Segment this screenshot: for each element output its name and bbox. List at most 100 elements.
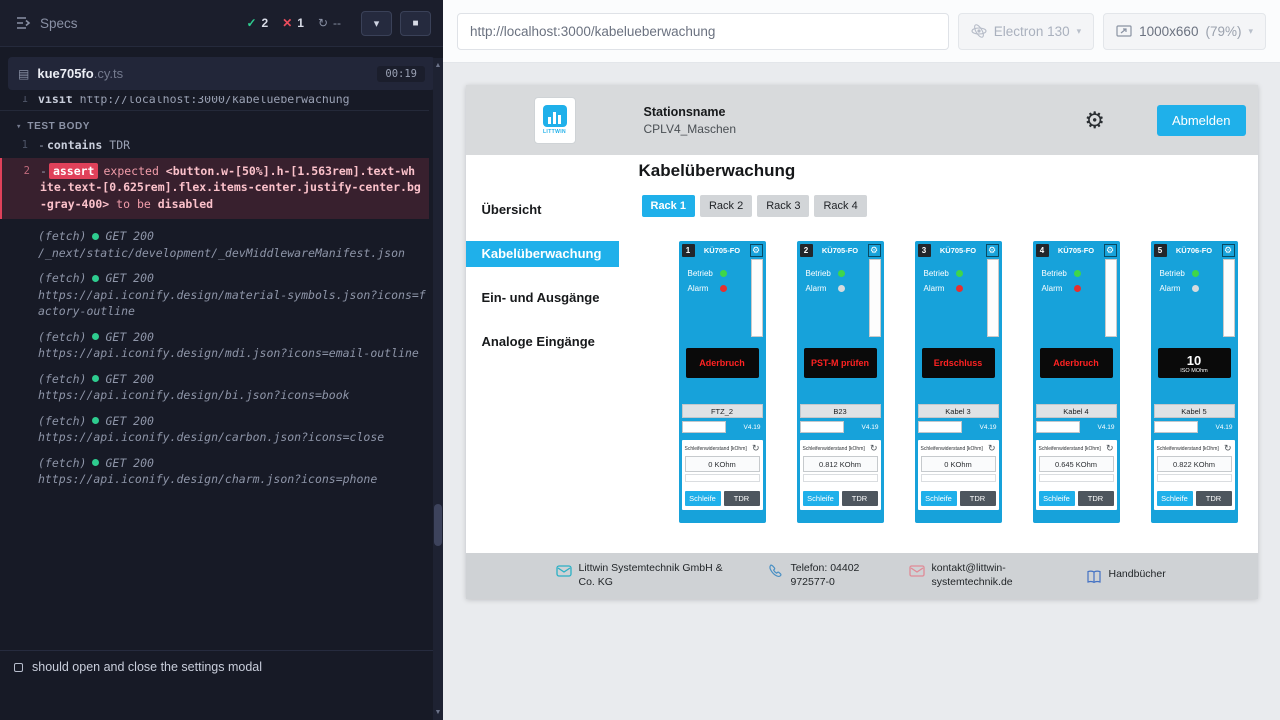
betrieb-led <box>1074 270 1081 277</box>
contains-command-row[interactable]: 1 -contains TDR <box>0 137 429 154</box>
tdr-button[interactable]: TDR <box>1078 491 1114 506</box>
fetch-log-row[interactable]: (fetch)GET 200 /_next/static/development… <box>0 228 429 261</box>
device-card: 1 KÜ705-FO ⚙ Betrieb Alarm Aderbruch <box>679 241 766 523</box>
station-info: Stationsname CPLV4_Maschen <box>644 105 737 136</box>
spec-name: kue705fo <box>37 66 93 81</box>
app-sidebar: Übersicht Kabelüberwachung Ein- und Ausg… <box>466 155 619 553</box>
spec-header[interactable]: ▤ kue705fo .cy.ts 00:19 <box>8 57 435 90</box>
schleife-button[interactable]: Schleife <box>1157 491 1193 506</box>
status-dot-icon <box>92 233 99 240</box>
schleife-button[interactable]: Schleife <box>685 491 721 506</box>
betrieb-led <box>720 270 727 277</box>
tdr-button[interactable]: TDR <box>1196 491 1232 506</box>
refresh-icon[interactable]: ↻ <box>988 444 996 453</box>
status-display: PST-M prüfen <box>804 348 877 378</box>
mail-icon <box>909 563 925 579</box>
browser-select[interactable]: Electron 130 ▾ <box>958 13 1094 50</box>
tab-rack-1[interactable]: Rack 1 <box>642 195 695 217</box>
main-content: Kabelüberwachung Rack 1 Rack 2 Rack 3 Ra… <box>619 155 1258 553</box>
url-input[interactable] <box>457 13 949 50</box>
failed-assert-row[interactable]: 2 -assertexpected <button.w-[50%].h-[1.5… <box>0 158 429 220</box>
device-card: 3 KÜ705-FO ⚙ Betrieb Alarm Erdschluss <box>915 241 1002 523</box>
dash: - <box>38 138 45 152</box>
specs-icon[interactable] <box>16 16 32 30</box>
footer-phone: Telefon: 04402 972577-0 <box>768 562 909 589</box>
tab-rack-2[interactable]: Rack 2 <box>700 195 752 217</box>
viewport-select[interactable]: 1000x660 (79%) ▾ <box>1103 13 1266 50</box>
visit-command-row[interactable]: 1 visit http://localhost:3000/kabelueber… <box>0 96 429 111</box>
sidebar-item-kabelueberwachung[interactable]: Kabelüberwachung <box>466 241 619 267</box>
specs-label[interactable]: Specs <box>40 16 78 31</box>
contact-email: kontakt@littwin-systemtechnik.de <box>932 562 1032 589</box>
card-gear-icon[interactable]: ⚙ <box>868 244 881 257</box>
reporter-scrollbar[interactable]: ▲ ▼ <box>433 58 443 720</box>
footer-manuals[interactable]: Handbücher <box>1086 568 1166 585</box>
fetch-log-row[interactable]: (fetch)GET 200 https://api.iconify.desig… <box>0 270 429 320</box>
fetch-url: /_next/static/development/_devMiddleware… <box>38 245 429 262</box>
betrieb-label: Betrieb <box>1042 269 1074 278</box>
firmware-version: V4.19 <box>1080 424 1116 431</box>
refresh-icon[interactable]: ↻ <box>1106 444 1114 453</box>
alarm-led <box>838 285 845 292</box>
fetch-log-row[interactable]: (fetch)GET 200 https://api.iconify.desig… <box>0 413 429 446</box>
card-number: 4 <box>1036 244 1049 257</box>
refresh-icon[interactable]: ↻ <box>752 444 760 453</box>
card-gear-icon[interactable]: ⚙ <box>986 244 999 257</box>
next-test-row[interactable]: should open and close the settings modal <box>0 650 433 683</box>
sidebar-item-ein-und-ausgaenge[interactable]: Ein- und Ausgänge <box>466 285 619 311</box>
betrieb-label: Betrieb <box>1160 269 1192 278</box>
failed-count: 1 <box>297 16 304 30</box>
fetch-label: (fetch) <box>38 455 86 472</box>
card-gear-icon[interactable]: ⚙ <box>1222 244 1235 257</box>
alarm-led <box>720 285 727 292</box>
sidebar-item-uebersicht[interactable]: Übersicht <box>466 197 619 223</box>
logout-button[interactable]: Abmelden <box>1157 105 1246 136</box>
schleife-button[interactable]: Schleife <box>921 491 957 506</box>
value-box <box>682 421 727 433</box>
card-gear-icon[interactable]: ⚙ <box>1104 244 1117 257</box>
device-card: 5 KÜ706-FO ⚙ Betrieb Alarm 10 ISO MOhm <box>1151 241 1238 523</box>
status-display: Aderbruch <box>1040 348 1113 378</box>
schleife-button[interactable]: Schleife <box>1039 491 1075 506</box>
schleife-button[interactable]: Schleife <box>803 491 839 506</box>
card-number: 2 <box>800 244 813 257</box>
refresh-icon[interactable]: ↻ <box>870 444 878 453</box>
scroll-up-icon[interactable]: ▲ <box>433 62 443 69</box>
fetch-status: GET 200 <box>105 371 153 388</box>
logo-icon <box>543 105 567 127</box>
betrieb-label: Betrieb <box>924 269 956 278</box>
resistance-value: 0.645 KOhm <box>1039 456 1114 472</box>
alarm-label: Alarm <box>924 284 956 293</box>
restart-stat: ↻ -- <box>318 16 341 30</box>
assert-state: disabled <box>158 197 213 211</box>
settings-gear-icon[interactable]: ⚙ <box>1084 109 1105 132</box>
card-gear-icon[interactable]: ⚙ <box>750 244 763 257</box>
firmware-version: V4.19 <box>726 424 762 431</box>
fetch-log-row[interactable]: (fetch)GET 200 https://api.iconify.desig… <box>0 455 429 488</box>
fetch-url: https://api.iconify.design/charm.json?ic… <box>38 471 429 488</box>
firmware-version: V4.19 <box>1198 424 1234 431</box>
status-display: Erdschluss <box>922 348 995 378</box>
tab-rack-4[interactable]: Rack 4 <box>814 195 866 217</box>
rack-tabs: Rack 1 Rack 2 Rack 3 Rack 4 <box>642 195 1258 217</box>
stop-button[interactable]: ■ <box>400 11 431 36</box>
fetch-log-row[interactable]: (fetch)GET 200 https://api.iconify.desig… <box>0 371 429 404</box>
tab-rack-3[interactable]: Rack 3 <box>757 195 809 217</box>
scrollbar-thumb[interactable] <box>434 504 442 546</box>
test-body-section[interactable]: ▾ TEST BODY <box>0 115 429 137</box>
fetch-log-row[interactable]: (fetch)GET 200 https://api.iconify.desig… <box>0 329 429 362</box>
level-strip <box>1105 259 1117 337</box>
refresh-icon[interactable]: ↻ <box>1224 444 1232 453</box>
aut-panel: Electron 130 ▾ 1000x660 (79%) ▾ LITTWIN <box>443 0 1280 720</box>
scroll-down-icon[interactable]: ▼ <box>433 709 443 716</box>
status-subtext: ISO MOhm <box>1180 368 1208 374</box>
command-arg: http://localhost:3000/kabelueberwachung <box>80 96 350 106</box>
tdr-button[interactable]: TDR <box>724 491 760 506</box>
alarm-led <box>1074 285 1081 292</box>
check-icon: ✓ <box>246 16 256 30</box>
sidebar-item-analoge-eingaenge[interactable]: Analoge Eingänge <box>466 329 619 355</box>
collapse-button[interactable]: ▾ <box>361 11 392 36</box>
tdr-button[interactable]: TDR <box>842 491 878 506</box>
status-text: Aderbruch <box>1053 358 1099 368</box>
tdr-button[interactable]: TDR <box>960 491 996 506</box>
